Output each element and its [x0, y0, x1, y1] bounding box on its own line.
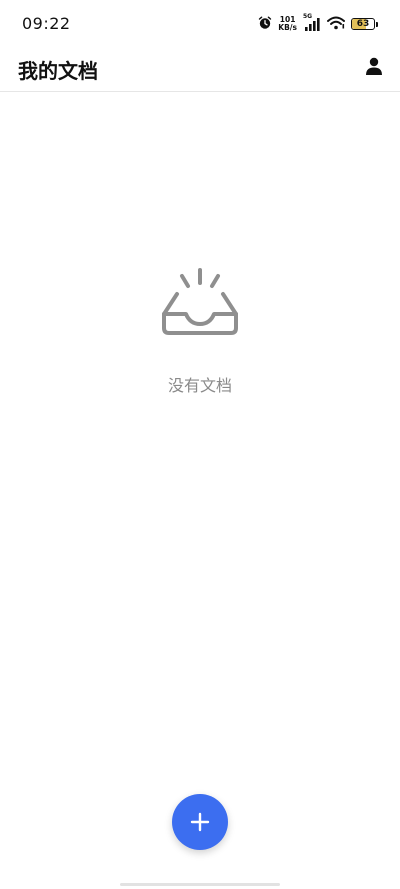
add-document-button[interactable]	[172, 794, 228, 850]
plus-icon	[190, 812, 210, 832]
net-speed: 101 KB/s	[278, 16, 297, 32]
account-button[interactable]	[362, 54, 386, 78]
signal-icon: 5G	[303, 13, 321, 32]
person-icon	[366, 57, 382, 75]
app-bar: 我的文档	[0, 48, 400, 92]
battery-icon: 63	[351, 18, 378, 30]
status-icons: 101 KB/s 5G 63	[258, 13, 378, 34]
empty-inbox-icon	[160, 266, 240, 342]
empty-state: 没有文档	[0, 266, 400, 396]
empty-message: 没有文档	[167, 376, 232, 395]
status-bar: 09:22 101 KB/s 5G 63	[0, 0, 400, 48]
page-title: 我的文档	[18, 59, 98, 83]
battery-level: 63	[356, 19, 370, 29]
wifi-icon	[327, 15, 345, 34]
net-speed-unit: KB/s	[278, 23, 297, 32]
battery-cap	[376, 21, 378, 27]
battery: 63	[351, 18, 375, 30]
alarm-icon	[258, 15, 272, 34]
gesture-bar[interactable]	[120, 883, 280, 886]
status-time: 09:22	[22, 14, 71, 33]
